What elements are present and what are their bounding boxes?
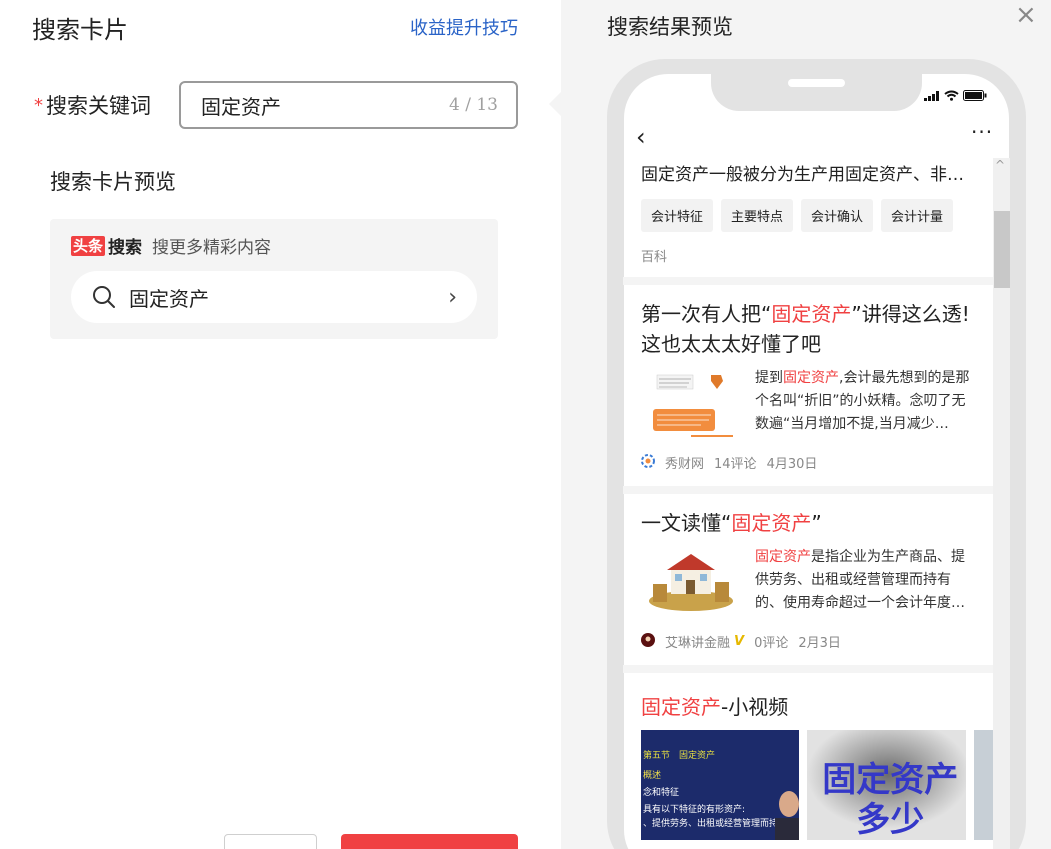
comment-count: 14评论: [714, 457, 757, 472]
author-avatar-icon: [641, 632, 655, 651]
article-source: 艾琳讲金融: [665, 636, 731, 651]
panel-title: 搜索卡片: [32, 16, 128, 44]
source-logo-icon: [641, 453, 655, 472]
article-thumbnail: [641, 546, 741, 616]
phone-speaker: [788, 79, 845, 87]
search-results: 固定资产一般被分为生产用固定资产、非生产用固定资产 会计特征 主要特点 会计确认…: [623, 158, 993, 840]
required-mark: *: [34, 94, 43, 116]
comment-count: 0评论: [754, 636, 789, 651]
tag-item[interactable]: 会计特征: [641, 199, 714, 232]
tag-item[interactable]: 会计计量: [881, 199, 954, 232]
section-divider: [623, 665, 993, 673]
article-result[interactable]: 第一次有人把“固定资产”讲得这么透!这也太太太好懂了吧 提到固定资产,会计最先想…: [623, 285, 993, 486]
preview-title: 搜索结果预览: [607, 15, 733, 39]
more-icon[interactable]: ···: [971, 120, 993, 144]
dialog: 搜索卡片 收益提升技巧 * 搜索关键词 固定资产 4 / 13 搜索卡片预览 头…: [0, 0, 1051, 849]
video-thumbnail[interactable]: 固定资产多少: [807, 730, 966, 840]
char-counter: 4 / 13: [449, 95, 498, 115]
video-thumbnail[interactable]: [973, 730, 993, 840]
article-title: 一文读懂“固定资产”: [641, 511, 822, 535]
article-result[interactable]: 一文读懂“固定资产” 固定资产是指企业为生产商品、提供劳务、出租或经营管理而持有…: [623, 494, 993, 665]
publish-date: 4月30日: [766, 457, 818, 472]
tips-link[interactable]: 收益提升技巧: [410, 14, 518, 40]
article-snippet: 提到固定资产,会计最先想到的是那个名叫“折旧”的小妖精。念叨了无数遍“当月增加不…: [755, 370, 970, 432]
section-divider: [623, 277, 993, 285]
video-caption: 固定资产多少: [822, 760, 959, 840]
video-list: 第五节 固定资产 概述 念和特征 具有以下特征的有形资产: 、提供劳务、出租或经…: [623, 730, 993, 840]
card-header: 头条 搜索 搜更多精彩内容: [71, 233, 271, 258]
article-meta: 艾琳讲金融 V 0评论 2月3日: [641, 632, 975, 651]
keyword-value: 固定资产: [201, 94, 281, 119]
baike-summary: 固定资产一般被分为生产用固定资产、非生产用固定资产: [641, 165, 975, 185]
verified-badge: V: [734, 634, 745, 649]
search-card-preview: 头条 搜索 搜更多精彩内容 固定资产 ›: [50, 219, 498, 339]
toutiao-logo: 头条: [71, 235, 106, 256]
section-divider: [623, 486, 993, 494]
confirm-button[interactable]: [341, 834, 518, 849]
wifi-icon: [944, 90, 959, 101]
chevron-right-icon: ›: [448, 284, 457, 310]
article-body: 提到固定资产,会计最先想到的是那个名叫“折旧”的小妖精。念叨了无数遍“当月增加不…: [641, 367, 975, 437]
status-bar: [924, 90, 987, 101]
video-thumbnail[interactable]: 第五节 固定资产 概述 念和特征 具有以下特征的有形资产: 、提供劳务、出租或经…: [641, 730, 800, 840]
back-arrow-icon[interactable]: ‹: [636, 123, 646, 151]
close-icon[interactable]: ×: [1015, 2, 1037, 28]
card-preview-label: 搜索卡片预览: [50, 170, 176, 194]
card-slogan: 搜更多精彩内容: [152, 238, 272, 258]
article-body: 固定资产是指企业为生产商品、提供劳务、出租或经营管理而持有的、使用寿命超过一个会…: [641, 546, 975, 616]
article-title: 第一次有人把“固定资产”讲得这么透!这也太太太好懂了吧: [641, 302, 970, 356]
keyword-label: 搜索关键词: [46, 94, 151, 118]
pointer-arrow: [549, 92, 561, 116]
article-meta: 秀财网 14评论 4月30日: [641, 453, 975, 472]
scroll-up-icon[interactable]: ^: [995, 158, 1005, 172]
battery-icon: [963, 90, 987, 101]
baike-tags: 会计特征 主要特点 会计确认 会计计量: [641, 199, 975, 232]
article-thumbnail: [641, 367, 741, 437]
tag-item[interactable]: 主要特点: [721, 199, 794, 232]
signal-icon: [924, 90, 939, 101]
cancel-button[interactable]: [224, 834, 317, 849]
baike-card[interactable]: 固定资产一般被分为生产用固定资产、非生产用固定资产 会计特征 主要特点 会计确认…: [623, 158, 993, 277]
search-icon: [93, 286, 115, 308]
tag-item[interactable]: 会计确认: [801, 199, 874, 232]
keyword-input[interactable]: 固定资产 4 / 13: [179, 81, 518, 129]
brand-text: 搜索: [108, 238, 143, 258]
publish-date: 2月3日: [798, 636, 841, 651]
card-search-text: 固定资产: [129, 286, 209, 311]
card-search-bar[interactable]: 固定资产 ›: [71, 271, 477, 323]
keyword-row: * 搜索关键词: [34, 81, 151, 129]
article-source: 秀财网: [665, 457, 705, 472]
scrollbar-thumb[interactable]: [994, 211, 1010, 288]
article-snippet: 固定资产是指企业为生产商品、提供劳务、出租或经营管理而持有的、使用寿命超过一个会…: [755, 549, 965, 611]
search-card-panel: 搜索卡片 收益提升技巧 * 搜索关键词 固定资产 4 / 13 搜索卡片预览 头…: [0, 0, 561, 849]
video-section-title[interactable]: 固定资产-小视频: [623, 673, 993, 730]
baike-source: 百科: [641, 250, 668, 265]
phone-notch: [711, 66, 922, 111]
